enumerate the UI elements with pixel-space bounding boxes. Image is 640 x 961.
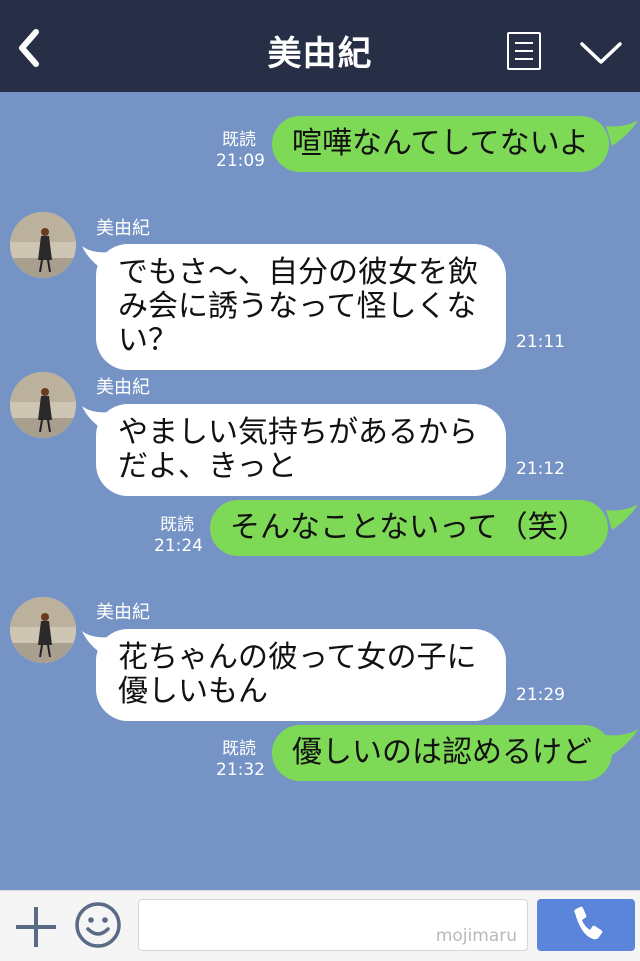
message-text: 花ちゃんの彼って女の子に優しいもん (118, 640, 477, 709)
message-text: でもさ〜、自分の彼女を飲み会に誘うなって怪しくない？ (118, 255, 478, 358)
chevron-down-icon (580, 42, 622, 64)
read-receipt: 既読 21:24 (154, 515, 203, 556)
message-bubble-outgoing[interactable]: 喧嘩なんてしてないよ (272, 116, 609, 172)
read-receipt: 既読 21:32 (216, 739, 265, 780)
bubble-tail (606, 729, 638, 755)
add-button[interactable] (14, 905, 58, 949)
message-bubble-outgoing[interactable]: そんなことないって（笑） (210, 500, 608, 556)
menu-icon-line (515, 50, 533, 52)
message-time: 21:11 (516, 332, 565, 352)
message-text: そんなことないって（笑） (230, 510, 588, 545)
avatar[interactable] (10, 212, 76, 278)
message-bubble-incoming[interactable]: 花ちゃんの彼って女の子に優しいもん (96, 629, 506, 721)
message-bubble-outgoing[interactable]: 優しいのは認めるけど (272, 725, 612, 781)
phone-icon (574, 906, 603, 940)
message-input[interactable]: mojimaru (138, 899, 528, 951)
avatar[interactable] (10, 597, 76, 663)
message-time: 21:12 (516, 459, 565, 479)
sender-name: 美由紀 (96, 218, 150, 239)
sender-name: 美由紀 (96, 602, 150, 623)
menu-icon (515, 42, 533, 44)
message-text: 優しいのは認めるけど (292, 735, 592, 770)
message-time: 21:29 (516, 685, 565, 705)
chat-header: 美由紀 (0, 0, 640, 92)
chat-area[interactable]: 既読 21:09 喧嘩なんてしてないよ 美由紀 でもさ〜、自分の彼女を飲み会に誘う… (0, 92, 640, 890)
menu-icon-line (515, 58, 533, 60)
sender-name: 美由紀 (96, 377, 150, 398)
collapse-button[interactable] (578, 38, 624, 68)
message-bubble-incoming[interactable]: でもさ〜、自分の彼女を飲み会に誘うなって怪しくない？ (96, 244, 506, 370)
smiley-icon (75, 902, 121, 948)
emoji-button[interactable] (74, 901, 122, 949)
avatar[interactable] (10, 372, 76, 438)
plus-icon (16, 907, 56, 947)
bubble-tail (606, 120, 638, 146)
message-bubble-incoming[interactable]: やましい気持ちがあるからだよ、きっと (96, 404, 506, 496)
bubble-tail (606, 504, 638, 530)
call-button[interactable] (537, 899, 635, 951)
menu-button[interactable] (507, 32, 541, 70)
input-bar: mojimaru (0, 890, 640, 961)
watermark: mojimaru (435, 926, 517, 946)
read-receipt: 既読 21:09 (216, 130, 265, 171)
message-text: やましい気持ちがあるからだよ、きっと (118, 415, 478, 484)
message-text: 喧嘩なんてしてないよ (292, 126, 589, 161)
chat-title: 美由紀 (267, 34, 373, 74)
